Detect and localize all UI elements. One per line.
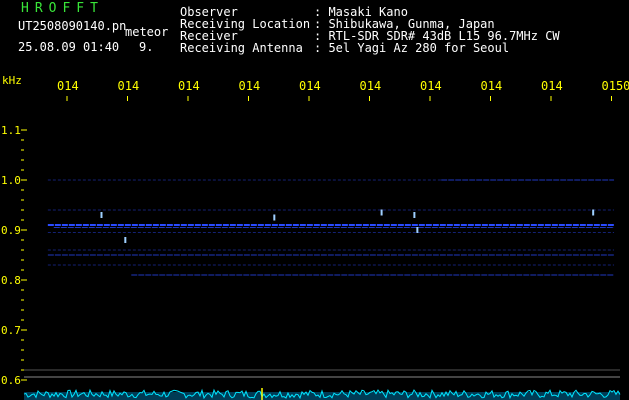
antenna-key: Receiving Antenna [180,41,303,55]
x-tick-label: 014 [420,79,442,93]
meteor-ping [413,212,416,218]
y-tick-label: 0.8 [1,274,21,287]
x-tick-label: 014 [481,79,503,93]
y-tick-label: 1.1 [1,124,21,137]
meteor-label: meteor [125,25,169,39]
y-tick-label: 0.7 [1,324,21,337]
brand-title: HROFFT [21,1,104,16]
x-tick-label: 0150 [602,79,629,93]
meteor-ping [416,227,419,233]
datetime-label: 25.08.09 01:40 [18,40,120,54]
axis-layer: kHz 014 014 014 014 014 014 014 014 014 0150 1.1 1.0… [1,74,629,387]
x-tick-label: 014 [178,79,200,93]
y-unit-label: kHz [2,74,22,87]
x-tick-label: 014 [360,79,382,93]
y-tick-label: 1.0 [1,174,21,187]
trace-layer [47,179,615,276]
x-tick-label: 014 [541,79,563,93]
baseline-layer [23,388,621,400]
x-tick-label: 014 [239,79,261,93]
x-tick-label: 014 [118,79,140,93]
y-tick-label: 0.9 [1,224,21,237]
filename-label: UT2508090140.pn [18,19,127,33]
spectrogram-panel: kHz 014 014 014 014 014 014 014 014 014 0150 1.1 1.0… [1,74,629,400]
meteor-count: 9. [139,40,154,54]
x-tick-label: 014 [57,79,79,93]
meteor-ping [124,237,127,243]
antenna-value: : 5el Yagi Az 280 for Seoul [314,41,510,55]
meteor-ping [592,209,595,216]
meteor-ping [380,209,383,216]
y-tick-label: 0.6 [1,374,21,387]
ping-layer [100,209,595,243]
meteor-ping [273,214,276,221]
meteor-ping [100,212,103,218]
grid-layer [24,369,620,378]
x-tick-label: 014 [299,79,321,93]
